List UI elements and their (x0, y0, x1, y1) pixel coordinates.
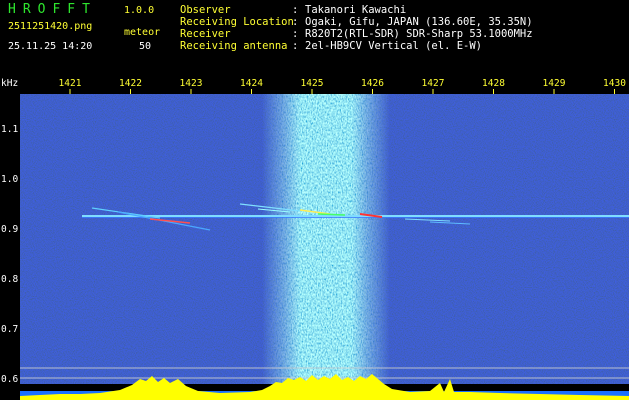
meteor-label: meteor (124, 27, 161, 38)
x-tick-label: 1421 (59, 78, 82, 89)
app-title: HROFFT (8, 2, 97, 17)
app-version: 1.0.0 (124, 5, 155, 16)
x-tick-label: 1423 (180, 78, 203, 89)
x-tick-label: 1427 (422, 78, 445, 89)
header-panel: HROFFT 1.0.0 2511251420.png meteor 25.11… (0, 0, 629, 74)
y-tick-label: 1.1 (1, 124, 18, 135)
antenna-value: 2el-HB9CV Vertical (el. E-W) (305, 40, 483, 52)
y-tick-label: 0.6 (1, 374, 18, 385)
antenna-separator: : (292, 40, 299, 52)
x-tick-label: 1426 (361, 78, 384, 89)
spectrogram: kHz 1421 1422 1423 1424 1425 1426 1427 1428 1429… (0, 74, 629, 400)
datetime: 25.11.25 14:20 (8, 41, 93, 52)
unit-label: kHz (1, 78, 18, 89)
y-tick-label: 0.7 (1, 324, 18, 335)
x-tick-label: 1429 (543, 78, 566, 89)
x-tick-label: 1422 (119, 78, 142, 89)
antenna-label: Receiving antenna (180, 40, 288, 52)
x-tick-label: 1425 (301, 78, 324, 89)
noise-band (262, 94, 390, 384)
x-tick-label: 1428 (482, 78, 505, 89)
meteor-count: 50 (139, 41, 152, 52)
y-tick-label: 1.0 (1, 174, 18, 185)
x-tick-label: 1424 (240, 78, 263, 89)
x-tick-label: 1430 (603, 78, 626, 89)
y-tick-label: 0.8 (1, 274, 18, 285)
file-name: 2511251420.png (8, 21, 93, 32)
y-tick-label: 0.9 (1, 224, 18, 235)
